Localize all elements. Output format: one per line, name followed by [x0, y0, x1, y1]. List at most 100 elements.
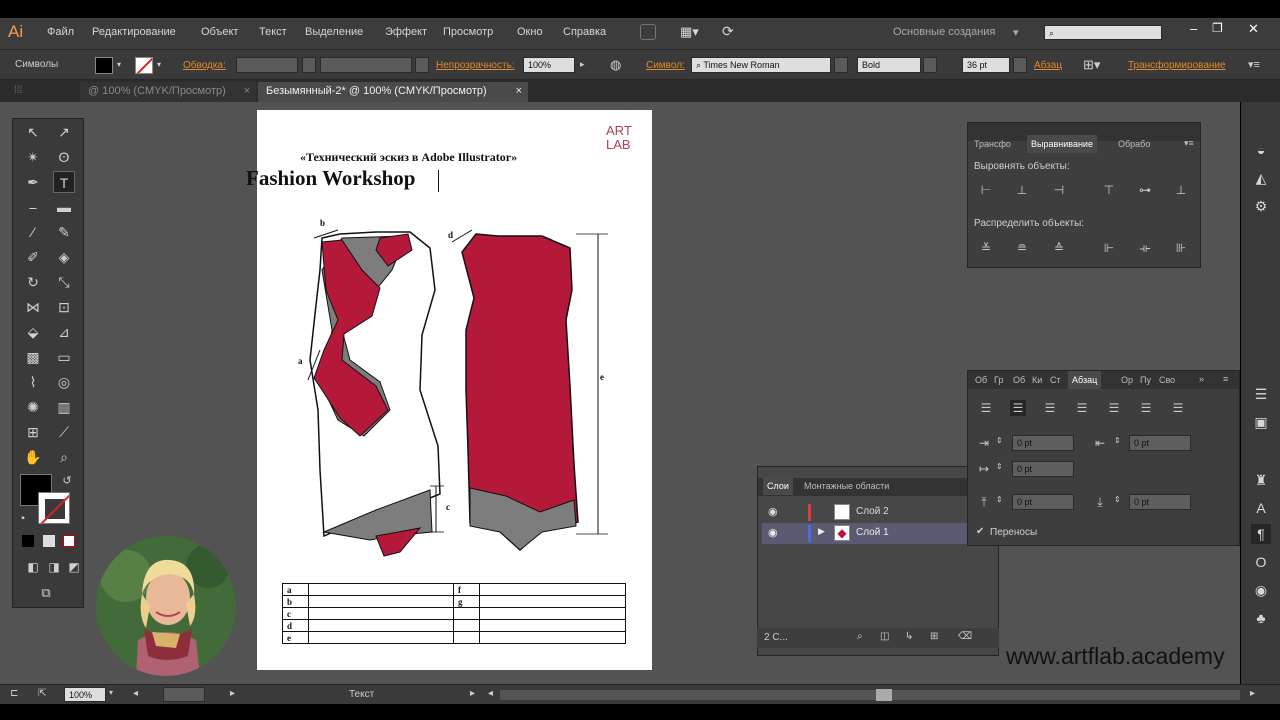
scroll-left-icon[interactable]: ◂ [488, 688, 493, 699]
document-title[interactable]: «Технический эскиз в Adobe Illustrator» [300, 150, 517, 165]
recolor-icon[interactable]: ◍ [610, 57, 621, 73]
scrollbar-thumb[interactable] [876, 689, 892, 701]
tab-panel-1[interactable]: Об [975, 375, 987, 385]
artboard-tool-icon[interactable]: ⊞ [22, 421, 44, 443]
bridge-icon[interactable] [640, 24, 656, 40]
distribute-top-icon[interactable]: ≚ [978, 240, 994, 256]
align-horizontal-center-icon[interactable]: ⊥ [1014, 182, 1030, 198]
fill-dropdown-chevron-icon[interactable]: ▾ [117, 60, 121, 69]
more-tabs-icon[interactable]: » [1199, 374, 1204, 384]
menu-edit[interactable]: Редактирование [92, 26, 176, 38]
tab-panel-9[interactable]: Сво [1159, 375, 1175, 385]
layer-row-1[interactable]: ◉ ▶ ◆ Слой 1 [762, 523, 970, 544]
font-size-chevron-icon[interactable] [1013, 57, 1027, 73]
blob-brush-tool-icon[interactable]: ✐ [22, 246, 44, 268]
panel-menu-icon[interactable]: ≡ [1223, 374, 1228, 384]
paintbrush-tool-icon[interactable]: ⁄ [22, 221, 44, 243]
stroke-swatch[interactable] [135, 57, 153, 74]
stepper-icon[interactable]: ⇕ [1114, 495, 1121, 504]
minimize-icon[interactable]: – [1190, 21, 1197, 36]
tab-panel-3[interactable]: Об [1013, 375, 1025, 385]
sync-icon[interactable]: ⟳ [722, 23, 734, 40]
direct-selection-tool-icon[interactable]: ↗ [53, 121, 75, 143]
distribute-bottom-icon[interactable]: ≙ [1051, 240, 1067, 256]
symbols-icon[interactable]: ♣ [1251, 608, 1271, 628]
new-layer-icon[interactable]: ⊞ [930, 631, 938, 642]
appearance-icon[interactable]: ◉ [1251, 580, 1271, 600]
panel-menu-icon[interactable]: ▾≡ [1248, 58, 1260, 71]
zoom-chevron-icon[interactable]: ▾ [109, 688, 113, 697]
tab-paragraph[interactable]: Абзац [1068, 371, 1102, 389]
stroke-profile-field[interactable] [320, 57, 412, 73]
stepper-icon[interactable]: ⇕ [996, 436, 1003, 445]
menu-help[interactable]: Справка [563, 26, 606, 38]
space-before-field[interactable]: 0 pt [1012, 494, 1074, 510]
tab-panel-2[interactable]: Гр [994, 375, 1003, 385]
default-colors-icon[interactable]: ▪ [12, 508, 34, 530]
space-after-field[interactable]: 0 pt [1129, 494, 1191, 510]
document-heading[interactable]: Fashion Workshop [246, 166, 415, 191]
image-trace-icon[interactable]: ◭ [1251, 168, 1271, 188]
slice-tool-icon[interactable]: ⟋ [53, 421, 75, 443]
delete-layer-icon[interactable]: ⌫ [958, 631, 972, 642]
close-tab-icon[interactable]: × [244, 85, 250, 97]
none-mode-icon[interactable] [63, 535, 75, 547]
color-mode-icon[interactable] [22, 535, 34, 547]
font-family-chevron-icon[interactable] [834, 57, 848, 73]
gradient-tool-icon[interactable]: ▭ [53, 346, 75, 368]
distribute-vertical-center-icon[interactable]: ≘ [1014, 240, 1030, 256]
symbol-sprayer-tool-icon[interactable]: ✺ [22, 396, 44, 418]
swap-colors-icon[interactable]: ↺ [56, 470, 78, 492]
lasso-tool-icon[interactable]: ʘ [53, 146, 75, 168]
align-center-text-icon[interactable]: ☰ [1010, 400, 1026, 416]
magic-wand-tool-icon[interactable]: ✴ [22, 146, 44, 168]
scroll-right-icon[interactable]: ▸ [1250, 688, 1255, 699]
menu-window[interactable]: Окно [517, 26, 543, 38]
character-label[interactable]: Символ: [646, 60, 685, 71]
locate-object-icon[interactable]: ⌕ [857, 631, 863, 642]
align-bottom-icon[interactable]: ⊥ [1173, 182, 1189, 198]
layer-name[interactable]: Слой 1 [856, 527, 889, 538]
column-graph-tool-icon[interactable]: ▥ [53, 396, 75, 418]
font-style-field[interactable]: Bold [857, 57, 921, 73]
chevron-down-icon[interactable]: ▾ [1013, 26, 1019, 39]
draw-behind-icon[interactable]: ◨ [43, 556, 65, 578]
free-transform-tool-icon[interactable]: ⊡ [53, 296, 75, 318]
previous-artboard-icon[interactable]: ◂ [133, 688, 138, 699]
line-segment-tool-icon[interactable]: ⎯ [22, 196, 44, 218]
opacity-field[interactable]: 100% [523, 57, 575, 73]
layer-name[interactable]: Слой 2 [856, 506, 889, 517]
paragraph-label[interactable]: Абзац [1034, 60, 1062, 71]
gradient-panel-icon[interactable]: ▣ [1251, 412, 1271, 432]
justify-all-icon[interactable]: ☰ [1170, 400, 1186, 416]
expand-triangle-icon[interactable]: ▶ [818, 526, 825, 537]
character-panel-icon[interactable]: A [1251, 498, 1271, 518]
align-left-icon[interactable]: ⊢ [978, 182, 994, 198]
scale-tool-icon[interactable]: ⤡ [53, 271, 75, 293]
eyedropper-tool-icon[interactable]: ⌇ [22, 371, 44, 393]
tab-pathfinder[interactable]: Обрабо [1118, 139, 1150, 149]
stroke-dropdown-chevron-icon[interactable]: ▾ [157, 60, 161, 69]
measurement-table[interactable]: af bg c d e [282, 583, 626, 644]
opentype-icon[interactable]: O [1251, 552, 1271, 572]
pen-tool-icon[interactable]: ✒ [22, 171, 44, 193]
zoom-tool-icon[interactable]: ⌕ [53, 446, 75, 468]
tab-panel-5[interactable]: Ст [1050, 375, 1061, 385]
rotate-tool-icon[interactable]: ↻ [22, 271, 44, 293]
hyphenate-checkbox[interactable]: ✔ [976, 526, 984, 537]
align-right-icon[interactable]: ⊣ [1051, 182, 1067, 198]
stroke-color-box[interactable] [38, 492, 70, 524]
draw-normal-icon[interactable]: ◧ [22, 556, 44, 578]
puppet-icon[interactable]: ♜ [1251, 470, 1271, 490]
paragraph-panel-icon[interactable]: ¶ [1251, 524, 1271, 544]
distribute-left-icon[interactable]: ⊩ [1101, 240, 1117, 256]
color-guide-icon[interactable]: ◒ [1251, 140, 1271, 160]
transform-label[interactable]: Трансформирование [1128, 60, 1226, 71]
tab-artboards[interactable]: Монтажные области [804, 481, 889, 491]
fashion-sketch[interactable]: b d a e c [280, 210, 620, 570]
stepper-icon[interactable]: ⇕ [996, 495, 1003, 504]
opacity-label[interactable]: Непрозрачность: [436, 60, 515, 71]
menu-view[interactable]: Просмотр [443, 26, 493, 38]
align-vertical-center-icon[interactable]: ⊶ [1137, 182, 1153, 198]
mesh-tool-icon[interactable]: ▩ [22, 346, 44, 368]
